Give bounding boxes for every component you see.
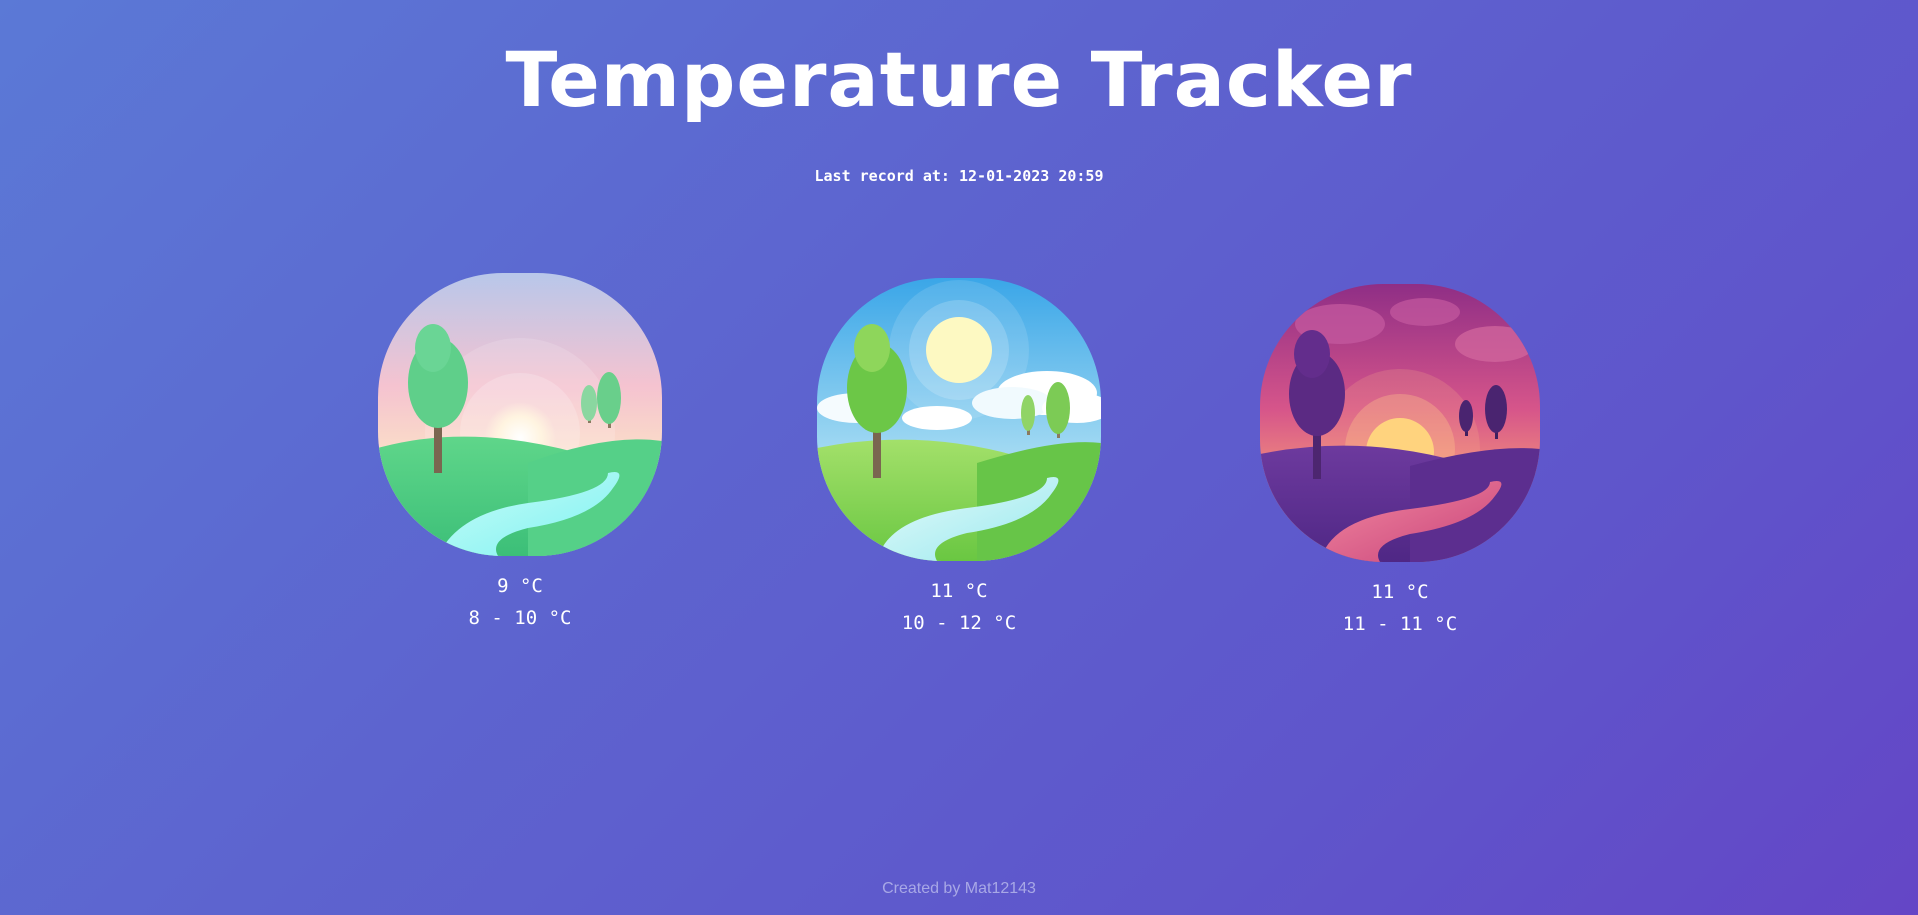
temperature-card-evening: 11 °C 11 - 11 °C (1260, 284, 1540, 640)
temperature-range: 11 - 11 °C (1342, 613, 1458, 635)
temperature-range: 10 - 12 °C (901, 612, 1017, 634)
current-temperature: 11 °C (930, 580, 988, 602)
current-temperature: 9 °C (497, 575, 543, 597)
temperature-card-morning: 9 °C 8 - 10 °C (378, 273, 662, 634)
sunset-evening-landscape-image (1260, 284, 1540, 562)
sunny-day-landscape-image (817, 278, 1101, 561)
temperature-range: 8 - 10 °C (468, 607, 572, 629)
current-temperature: 11 °C (1371, 581, 1429, 603)
last-record-timestamp: Last record at: 12-01-2023 20:59 (814, 167, 1104, 185)
page-title: Temperature Tracker (505, 35, 1413, 124)
footer-credit: Created by Mat12143 (882, 880, 1036, 897)
temperature-card-day: 11 °C 10 - 12 °C (817, 278, 1101, 639)
morning-landscape-image (378, 273, 662, 556)
